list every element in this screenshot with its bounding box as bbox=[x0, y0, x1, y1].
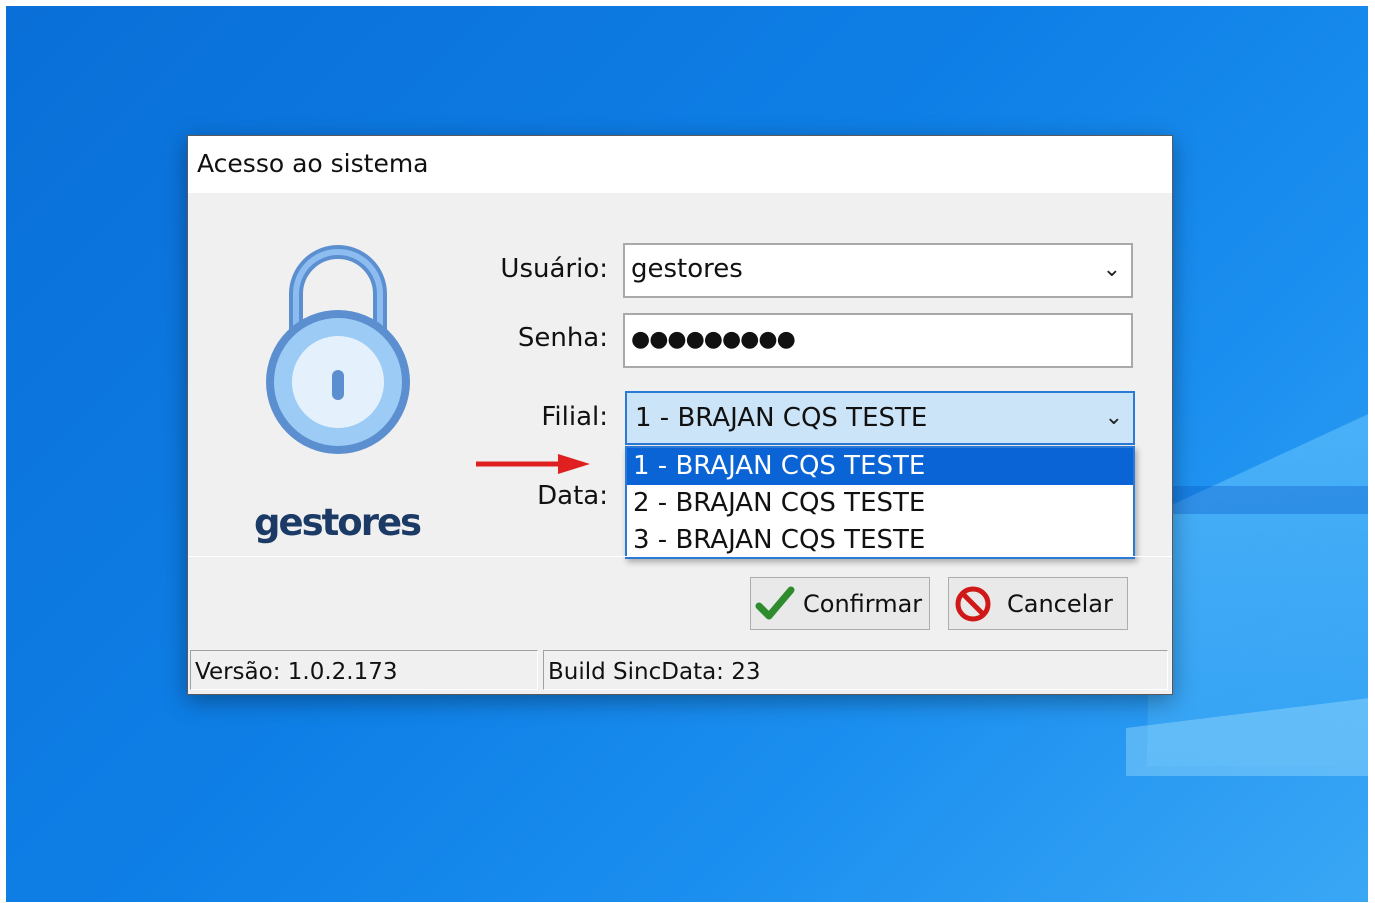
build-text: Build SincData: 23 bbox=[548, 659, 761, 685]
usuario-value: gestores bbox=[631, 254, 743, 284]
cancel-label: Cancelar bbox=[1007, 590, 1113, 618]
status-panel-version: Versão: 1.0.2.173 bbox=[190, 650, 538, 690]
title-bar[interactable]: Acesso ao sistema bbox=[188, 136, 1172, 193]
filial-option-1[interactable]: 1 - BRAJAN CQS TESTE bbox=[627, 448, 1133, 485]
chevron-down-icon[interactable]: ⌄ bbox=[1103, 257, 1121, 282]
red-arrow-annotation bbox=[476, 454, 590, 474]
cancel-button[interactable]: Cancelar bbox=[948, 577, 1128, 630]
checkmark-icon bbox=[755, 586, 795, 620]
window-title: Acesso ao sistema bbox=[197, 149, 429, 178]
version-text: Versão: 1.0.2.173 bbox=[195, 659, 398, 685]
filial-combobox[interactable]: 1 - BRAJAN CQS TESTE ⌄ bbox=[625, 391, 1135, 445]
senha-label: Senha: bbox=[517, 323, 608, 353]
status-panel-build: Build SincData: 23 bbox=[543, 650, 1168, 690]
senha-password-field[interactable]: ●●●●●●●●● bbox=[623, 313, 1133, 368]
filial-option-2[interactable]: 2 - BRAJAN CQS TESTE bbox=[627, 485, 1133, 522]
login-dialog: Acesso ao sistema gestores Usuário: gest… bbox=[187, 135, 1173, 695]
wallpaper-window-pane bbox=[1166, 486, 1368, 514]
status-bar: Versão: 1.0.2.173 Build SincData: 23 bbox=[188, 648, 1172, 694]
chevron-down-icon[interactable]: ⌄ bbox=[1105, 405, 1123, 430]
data-label: Data: bbox=[537, 481, 608, 511]
usuario-label: Usuário: bbox=[500, 254, 608, 284]
usuario-combobox[interactable]: gestores ⌄ bbox=[623, 243, 1133, 298]
confirm-label: Confirmar bbox=[803, 590, 923, 618]
filial-value: 1 - BRAJAN CQS TESTE bbox=[635, 403, 928, 433]
confirm-button[interactable]: Confirmar bbox=[750, 577, 930, 630]
cancel-prohibited-icon bbox=[955, 586, 991, 622]
filial-option-3[interactable]: 3 - BRAJAN CQS TESTE bbox=[627, 522, 1133, 559]
filial-label: Filial: bbox=[541, 402, 608, 432]
senha-masked-value: ●●●●●●●●● bbox=[631, 327, 796, 352]
gestores-logo-text: gestores bbox=[254, 501, 422, 544]
divider bbox=[188, 556, 1172, 557]
filial-dropdown-list: 1 - BRAJAN CQS TESTE 2 - BRAJAN CQS TEST… bbox=[625, 446, 1135, 559]
padlock-icon bbox=[266, 245, 410, 454]
